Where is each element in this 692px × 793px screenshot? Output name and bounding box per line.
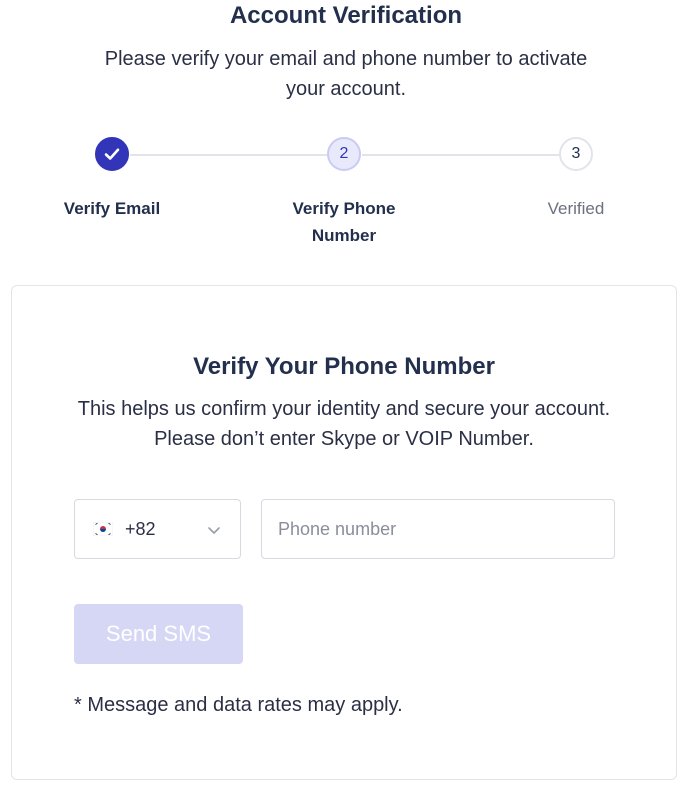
account-verification-page: Account Verification Please verify your … — [0, 0, 692, 793]
step-2-indicator: 2 — [327, 137, 361, 171]
phone-number-input[interactable] — [261, 499, 615, 559]
card-description: This helps us confirm your identity and … — [77, 398, 611, 450]
page-subtitle: Please verify your email and phone numbe… — [104, 48, 588, 100]
page-title: Account Verification — [229, 2, 463, 29]
step-1-label: Verify Email — [63, 199, 161, 218]
chevron-down-icon — [208, 527, 220, 534]
country-code-select[interactable]: +82 — [74, 499, 241, 559]
rates-disclaimer: * Message and data rates may apply. — [74, 694, 403, 716]
card-title: Verify Your Phone Number — [193, 353, 495, 380]
verification-stepper: 2 3 Verify Email Verify Phone Number Ver… — [0, 137, 692, 247]
check-icon — [104, 148, 120, 160]
step-2-label: Verify Phone Number — [292, 199, 396, 245]
step-3-indicator: 3 — [559, 137, 593, 171]
step-3-label: Verified — [547, 199, 605, 218]
stepper-connector-2 — [362, 154, 560, 156]
phone-verification-card: Verify Your Phone Number This helps us c… — [11, 285, 677, 780]
stepper-connector-1 — [130, 154, 328, 156]
step-1-indicator — [95, 137, 129, 171]
south-korea-flag-icon — [93, 522, 113, 536]
country-dial-code: +82 — [125, 518, 156, 539]
send-sms-button[interactable]: Send SMS — [74, 604, 243, 664]
